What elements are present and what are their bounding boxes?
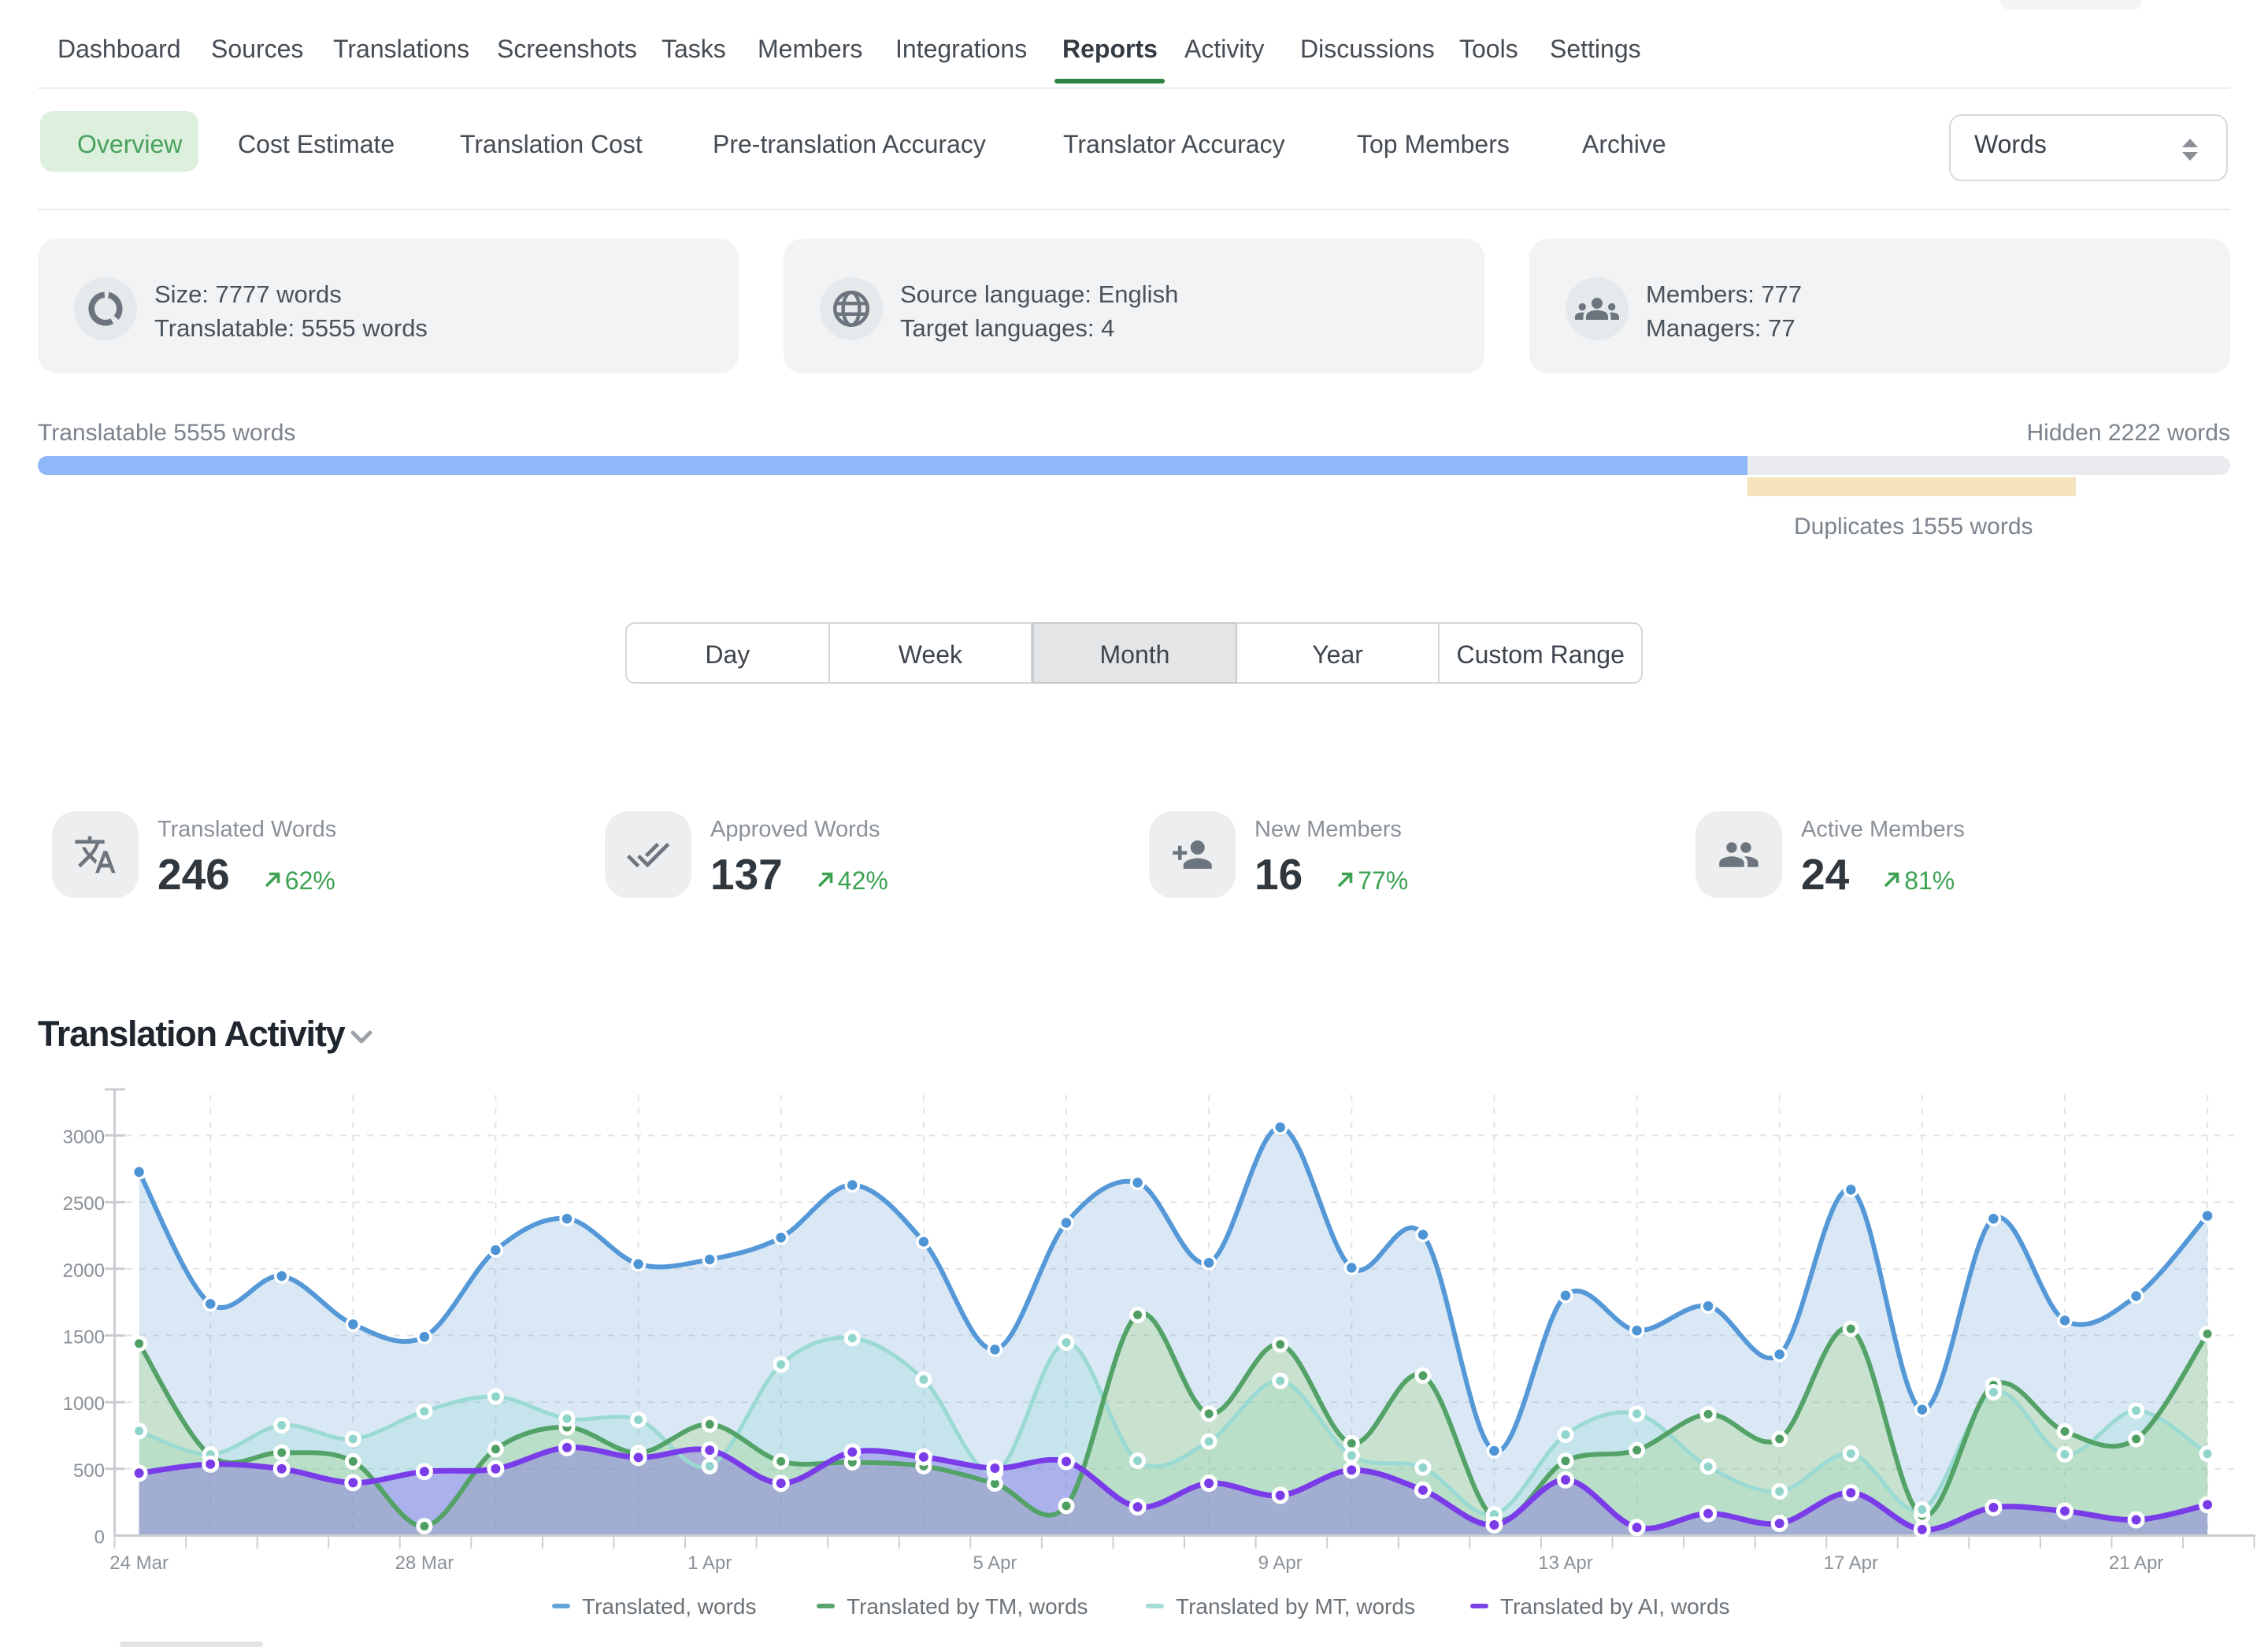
- svg-text:2500: 2500: [63, 1193, 105, 1215]
- svg-text:1000: 1000: [63, 1393, 105, 1415]
- svg-text:0: 0: [94, 1527, 105, 1549]
- svg-text:21 Apr: 21 Apr: [2109, 1552, 2163, 1574]
- svg-text:13 Apr: 13 Apr: [1538, 1552, 1592, 1574]
- svg-text:28 Mar: 28 Mar: [395, 1552, 454, 1574]
- svg-text:1500: 1500: [63, 1327, 105, 1348]
- svg-text:3000: 3000: [63, 1127, 105, 1148]
- svg-text:2000: 2000: [63, 1260, 105, 1282]
- svg-text:1 Apr: 1 Apr: [687, 1552, 732, 1574]
- svg-text:24 Mar: 24 Mar: [109, 1552, 169, 1574]
- svg-text:9 Apr: 9 Apr: [1258, 1552, 1303, 1574]
- svg-text:17 Apr: 17 Apr: [1824, 1552, 1878, 1574]
- svg-text:5 Apr: 5 Apr: [973, 1552, 1017, 1574]
- svg-text:500: 500: [73, 1460, 105, 1482]
